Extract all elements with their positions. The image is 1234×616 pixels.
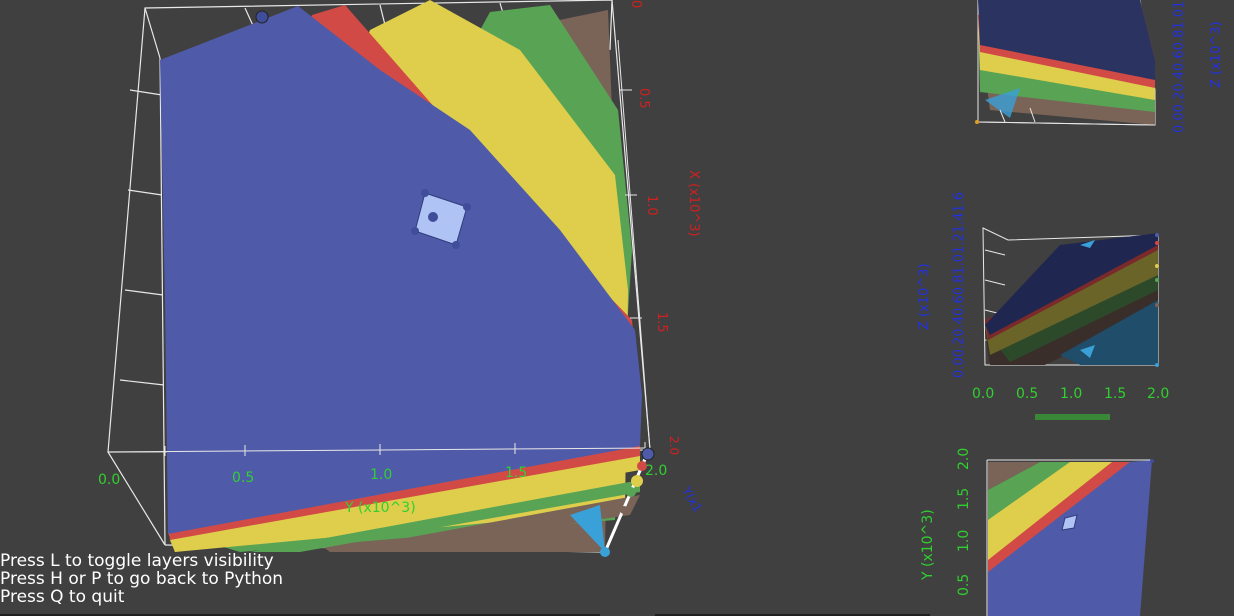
y-tick-label: 2.0 (956, 448, 972, 470)
y-tick-label: 0.0 (98, 472, 120, 488)
x-axis-title: X (x10^3) (686, 170, 701, 237)
z-axis-title: Z (x10^3) (917, 263, 932, 330)
x-tick-label: 1.5 (654, 312, 669, 333)
help-line-quit: Press Q to quit (0, 587, 125, 607)
control-point-icon[interactable] (631, 475, 643, 487)
y-tick-label: 0.5 (956, 574, 972, 596)
y-axis-title: Y (x10^3) (920, 509, 936, 581)
x-tick-label: 1.0 (1060, 386, 1082, 402)
3d-viewport[interactable]: 0.0 0.5 1.0 1.5 2.0 Y (x10^3) 0.5 1.0 1.… (0, 0, 1234, 616)
control-point-icon[interactable] (626, 487, 636, 497)
y-axis-title: Y (x10^3) (344, 500, 416, 516)
bottom-right-view[interactable]: 2.0 1.5 1.0 0.5 Y (x10^3) (920, 448, 1154, 616)
y-tick-label: 1.0 (370, 467, 392, 483)
y-tick-label: 2.0 (645, 463, 667, 479)
z-axis-title: Z (x10^3) (1209, 21, 1224, 88)
y-tick-label: 1.5 (505, 465, 527, 481)
control-point-icon[interactable] (255, 10, 269, 24)
partial-axis-label: 0 (628, 0, 643, 8)
help-line-back-to-python: Press H or P to go back to Python (0, 569, 284, 589)
x-tick-label: 0.5 (636, 88, 651, 109)
control-point-icon[interactable] (641, 447, 655, 461)
y-tick-label: 1.5 (956, 488, 972, 510)
control-point-icon[interactable] (637, 461, 647, 471)
control-point-icon[interactable] (620, 506, 628, 514)
y-tick-label: 1.0 (956, 530, 972, 552)
top-right-view[interactable]: 0.00.20.40.60.81.01.21 Z (x10^3) (975, 0, 1224, 133)
middle-right-view[interactable]: 0.00.20.40.60.81.01.21.41.6 Z (x10^3) 0.… (917, 192, 1169, 420)
z-tick-label: 0.00.20.40.60.81.01.21 (1172, 0, 1187, 133)
x-tick-label: 0.0 (972, 386, 994, 402)
y-tick-label: 0.5 (232, 470, 254, 486)
x-tick-label: 1.5 (1104, 386, 1126, 402)
main-view[interactable]: 0.0 0.5 1.0 1.5 2.0 Y (x10^3) 0.5 1.0 1.… (98, 0, 705, 557)
x-tick-label: 0.5 (1016, 386, 1038, 402)
control-point-icon[interactable] (600, 547, 610, 557)
x-tick-label: 2.0 (1147, 386, 1169, 402)
partial-axis-label: Y(x1 (679, 484, 705, 515)
partial-axis-label: 2.0 (667, 436, 681, 455)
z-tick-label: 0.00.20.40.60.81.01.21.41.6 (952, 192, 967, 378)
x-tick-label: 1.0 (644, 195, 659, 216)
help-line-toggle-layers: Press L to toggle layers visibility (0, 551, 274, 571)
